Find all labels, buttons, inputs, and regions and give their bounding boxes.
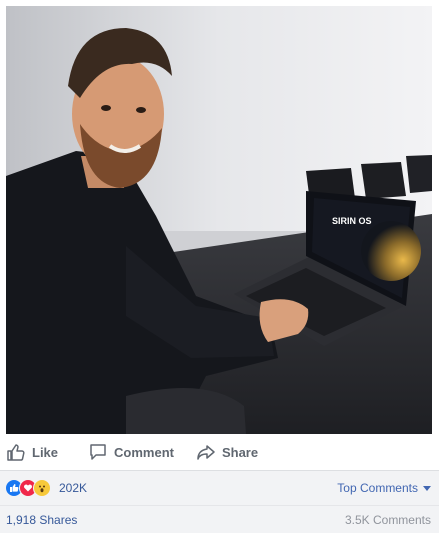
post-photo[interactable]: SIRIN OS (6, 6, 432, 434)
share-button[interactable]: Share (196, 436, 258, 468)
like-label: Like (32, 444, 59, 460)
share-arrow-icon (196, 442, 216, 462)
comment-icon (88, 442, 108, 462)
comment-label: Comment (114, 444, 174, 460)
comments-count[interactable]: 3.5K Comments (345, 513, 431, 527)
wow-reaction-icon (33, 479, 51, 497)
facebook-post: SIRIN OS Like Comment Share 202K Top Com… (0, 0, 439, 533)
reactions-row: 202K Top Comments (0, 470, 439, 505)
shares-count[interactable]: 1,918 Shares (6, 513, 77, 527)
caret-down-icon (423, 485, 431, 491)
comment-button[interactable]: Comment (88, 436, 174, 468)
post-stats-row: 1,918 Shares 3.5K Comments (0, 505, 439, 533)
share-label: Share (221, 444, 259, 460)
top-comments-label: Top Comments (337, 481, 418, 495)
post-action-bar: Like Comment Share (0, 436, 439, 468)
like-button[interactable]: Like (6, 436, 58, 468)
post-photo-illustration: SIRIN OS (6, 6, 432, 434)
laptop-screen-text: SIRIN OS (332, 216, 372, 226)
top-comments-dropdown[interactable]: Top Comments (337, 471, 431, 505)
thumbs-up-icon (6, 442, 26, 462)
reaction-count[interactable]: 202K (59, 481, 87, 495)
reaction-icons[interactable] (5, 479, 51, 497)
